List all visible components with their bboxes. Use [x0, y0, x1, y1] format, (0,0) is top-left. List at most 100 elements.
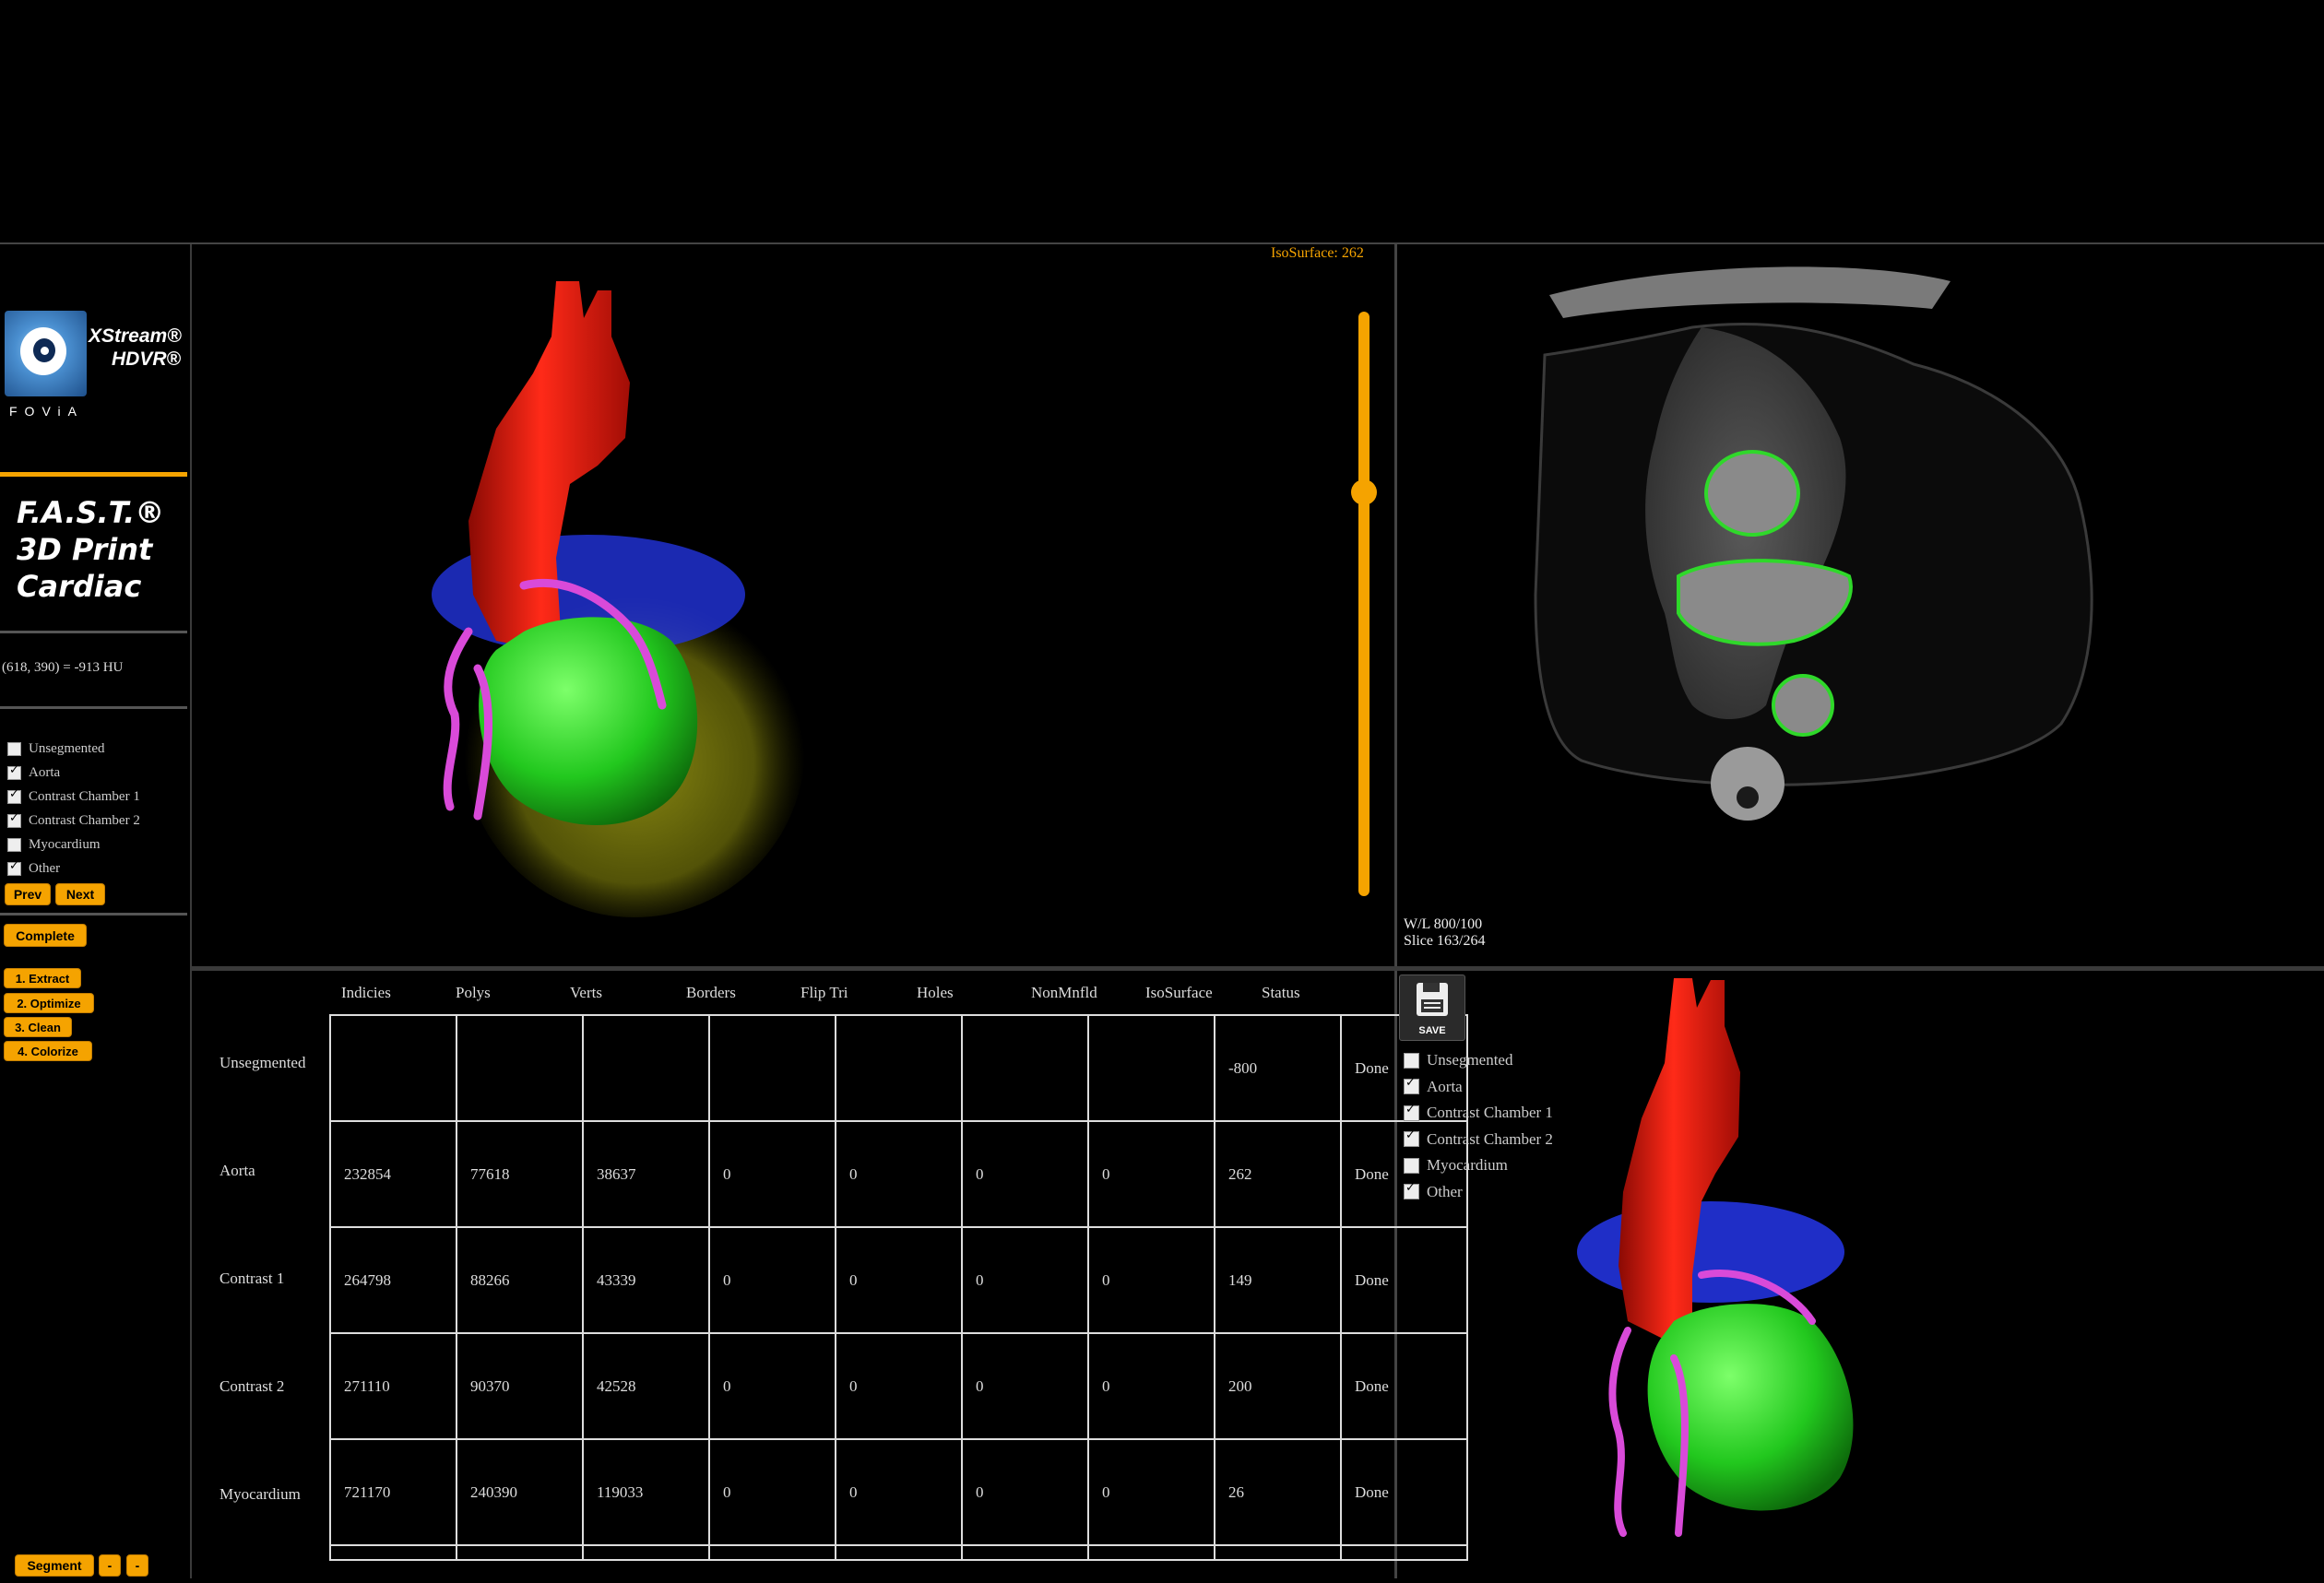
colorize-button[interactable]: 4. Colorize: [4, 1041, 92, 1061]
preview-segment-checkbox[interactable]: [1404, 1157, 1419, 1174]
floppy-disk-icon: [1417, 983, 1448, 1016]
aortic-root-contour: [1704, 450, 1800, 537]
extract-button[interactable]: 1. Extract: [4, 968, 81, 988]
segment-label: Aorta: [29, 764, 61, 780]
sidebar-separator: [0, 706, 187, 709]
segment-checkbox[interactable]: [7, 741, 21, 756]
table-cell: 0: [835, 1120, 963, 1228]
table-cell: 77618: [456, 1120, 584, 1228]
decrease-button-2[interactable]: -: [126, 1554, 148, 1577]
table-cell: [582, 1014, 710, 1122]
table-cell: [708, 1544, 836, 1561]
preview-toggle-unsegmented[interactable]: Unsegmented: [1404, 1049, 1512, 1071]
segment-toggle-myocardium[interactable]: Myocardium: [7, 833, 100, 856]
preview-segment-checkbox[interactable]: [1404, 1103, 1419, 1121]
segment-toggle-other[interactable]: Other: [7, 857, 60, 880]
segment-toggle-contrast-chamber-2[interactable]: Contrast Chamber 2: [7, 809, 140, 832]
preview-toggle-contrast-chamber-1[interactable]: Contrast Chamber 1: [1404, 1102, 1553, 1124]
segment-button[interactable]: Segment: [15, 1554, 94, 1577]
column-header-flip-tri: Flip Tri: [800, 984, 848, 1001]
brand-line-2: HDVR®: [112, 348, 181, 370]
save-button[interactable]: SAVE: [1399, 975, 1465, 1041]
table-cell: 0: [961, 1438, 1089, 1546]
chest-wall: [1549, 266, 1951, 318]
table-cell: 0: [708, 1332, 836, 1440]
segment-label: Contrast Chamber 1: [29, 788, 140, 804]
table-cell: 0: [835, 1438, 963, 1546]
column-header-polys: Polys: [456, 984, 491, 1001]
table-cell: [1214, 1544, 1342, 1561]
company-name: FOViA: [9, 404, 84, 419]
segment-checkbox[interactable]: [7, 837, 21, 852]
segment-checkbox[interactable]: [7, 763, 21, 780]
preview-segment-checkbox[interactable]: [1404, 1128, 1419, 1147]
segment-label: Contrast Chamber 2: [29, 812, 140, 828]
clean-button[interactable]: 3. Clean: [4, 1017, 72, 1037]
prev-button[interactable]: Prev: [5, 883, 51, 905]
preview-segment-label: Other: [1427, 1182, 1463, 1200]
window-level-readout: W/L 800/100: [1404, 916, 1483, 932]
table-cell: [582, 1544, 710, 1561]
optimize-button[interactable]: 2. Optimize: [4, 993, 94, 1013]
preview-toggle-aorta[interactable]: Aorta: [1404, 1076, 1463, 1098]
logo-swirl-dot: [41, 347, 49, 355]
segment-checkbox[interactable]: [7, 787, 21, 804]
table-cell: [835, 1014, 963, 1122]
preview-toggle-contrast-chamber-2[interactable]: Contrast Chamber 2: [1404, 1128, 1553, 1151]
table-cell: 262: [1214, 1120, 1342, 1228]
preview-segment-checkbox[interactable]: [1404, 1076, 1419, 1094]
table-row: [329, 1544, 1468, 1561]
descending-aorta-contour: [1772, 674, 1834, 737]
table-cell: 149: [1214, 1226, 1342, 1334]
decrease-button[interactable]: -: [99, 1554, 121, 1577]
segment-checkbox[interactable]: [7, 859, 21, 876]
preview-toggle-myocardium[interactable]: Myocardium: [1404, 1154, 1508, 1176]
table-cell: 0: [835, 1332, 963, 1440]
ct-slice-viewport[interactable]: [1397, 244, 2324, 966]
preview-segment-label: Contrast Chamber 2: [1427, 1129, 1553, 1148]
table-cell: [456, 1014, 584, 1122]
preview-segment-label: Contrast Chamber 1: [1427, 1104, 1553, 1121]
table-cell: [961, 1544, 1089, 1561]
complete-button[interactable]: Complete: [4, 924, 87, 947]
segment-checkbox[interactable]: [7, 811, 21, 828]
segment-label: Myocardium: [29, 836, 101, 852]
segment-toggle-unsegmented[interactable]: Unsegmented: [7, 738, 104, 760]
mesh-statistics-table: -800 Done 232854 77618 38637 0 0 0 0 262 Done 26479…: [329, 1014, 1468, 1561]
sidebar-separator: [0, 913, 187, 916]
table-row: 721170 240390 119033 0 0 0 0 26 Done: [329, 1438, 1468, 1546]
table-cell: 42528: [582, 1332, 710, 1440]
table-cell: 0: [708, 1438, 836, 1546]
table-cell: [835, 1544, 963, 1561]
chamber-1-mesh: [479, 617, 698, 825]
product-line-3: Cardiac: [17, 569, 142, 604]
3d-viewport[interactable]: [192, 244, 1393, 966]
table-cell: 0: [708, 1120, 836, 1228]
table-cell: 26: [1214, 1438, 1342, 1546]
column-header-borders: Borders: [686, 984, 736, 1001]
chamber-1-preview: [1647, 1304, 1854, 1511]
preview-toggle-other[interactable]: Other: [1404, 1181, 1463, 1203]
next-button[interactable]: Next: [55, 883, 105, 905]
column-header-holes: Holes: [917, 984, 954, 1001]
preview-segment-checkbox[interactable]: [1404, 1181, 1419, 1199]
heart-preview-render: [1577, 978, 1854, 1537]
table-cell: 0: [1087, 1226, 1215, 1334]
table-cell: 271110: [329, 1332, 457, 1440]
contrast-chamber-2-preview: [1577, 1201, 1844, 1303]
segment-toggle-aorta[interactable]: Aorta: [7, 762, 60, 784]
heart-3d-render: [432, 281, 805, 917]
row-label-contrast-1: Contrast 1: [219, 1270, 285, 1287]
row-label-unsegmented: Unsegmented: [219, 1054, 306, 1071]
isosurface-slider-handle[interactable]: [1351, 478, 1377, 505]
vertebra: [1711, 747, 1784, 821]
table-cell: 0: [835, 1226, 963, 1334]
table-cell: 119033: [582, 1438, 710, 1546]
table-cell: [1087, 1544, 1215, 1561]
segment-toggle-contrast-chamber-1[interactable]: Contrast Chamber 1: [7, 786, 140, 808]
print-preview-viewport[interactable]: [1397, 971, 2324, 1578]
preview-segment-checkbox[interactable]: [1404, 1052, 1419, 1069]
isosurface-slider-track[interactable]: [1358, 312, 1370, 896]
brand-line-1: XStream®: [89, 325, 182, 347]
table-cell: 264798: [329, 1226, 457, 1334]
